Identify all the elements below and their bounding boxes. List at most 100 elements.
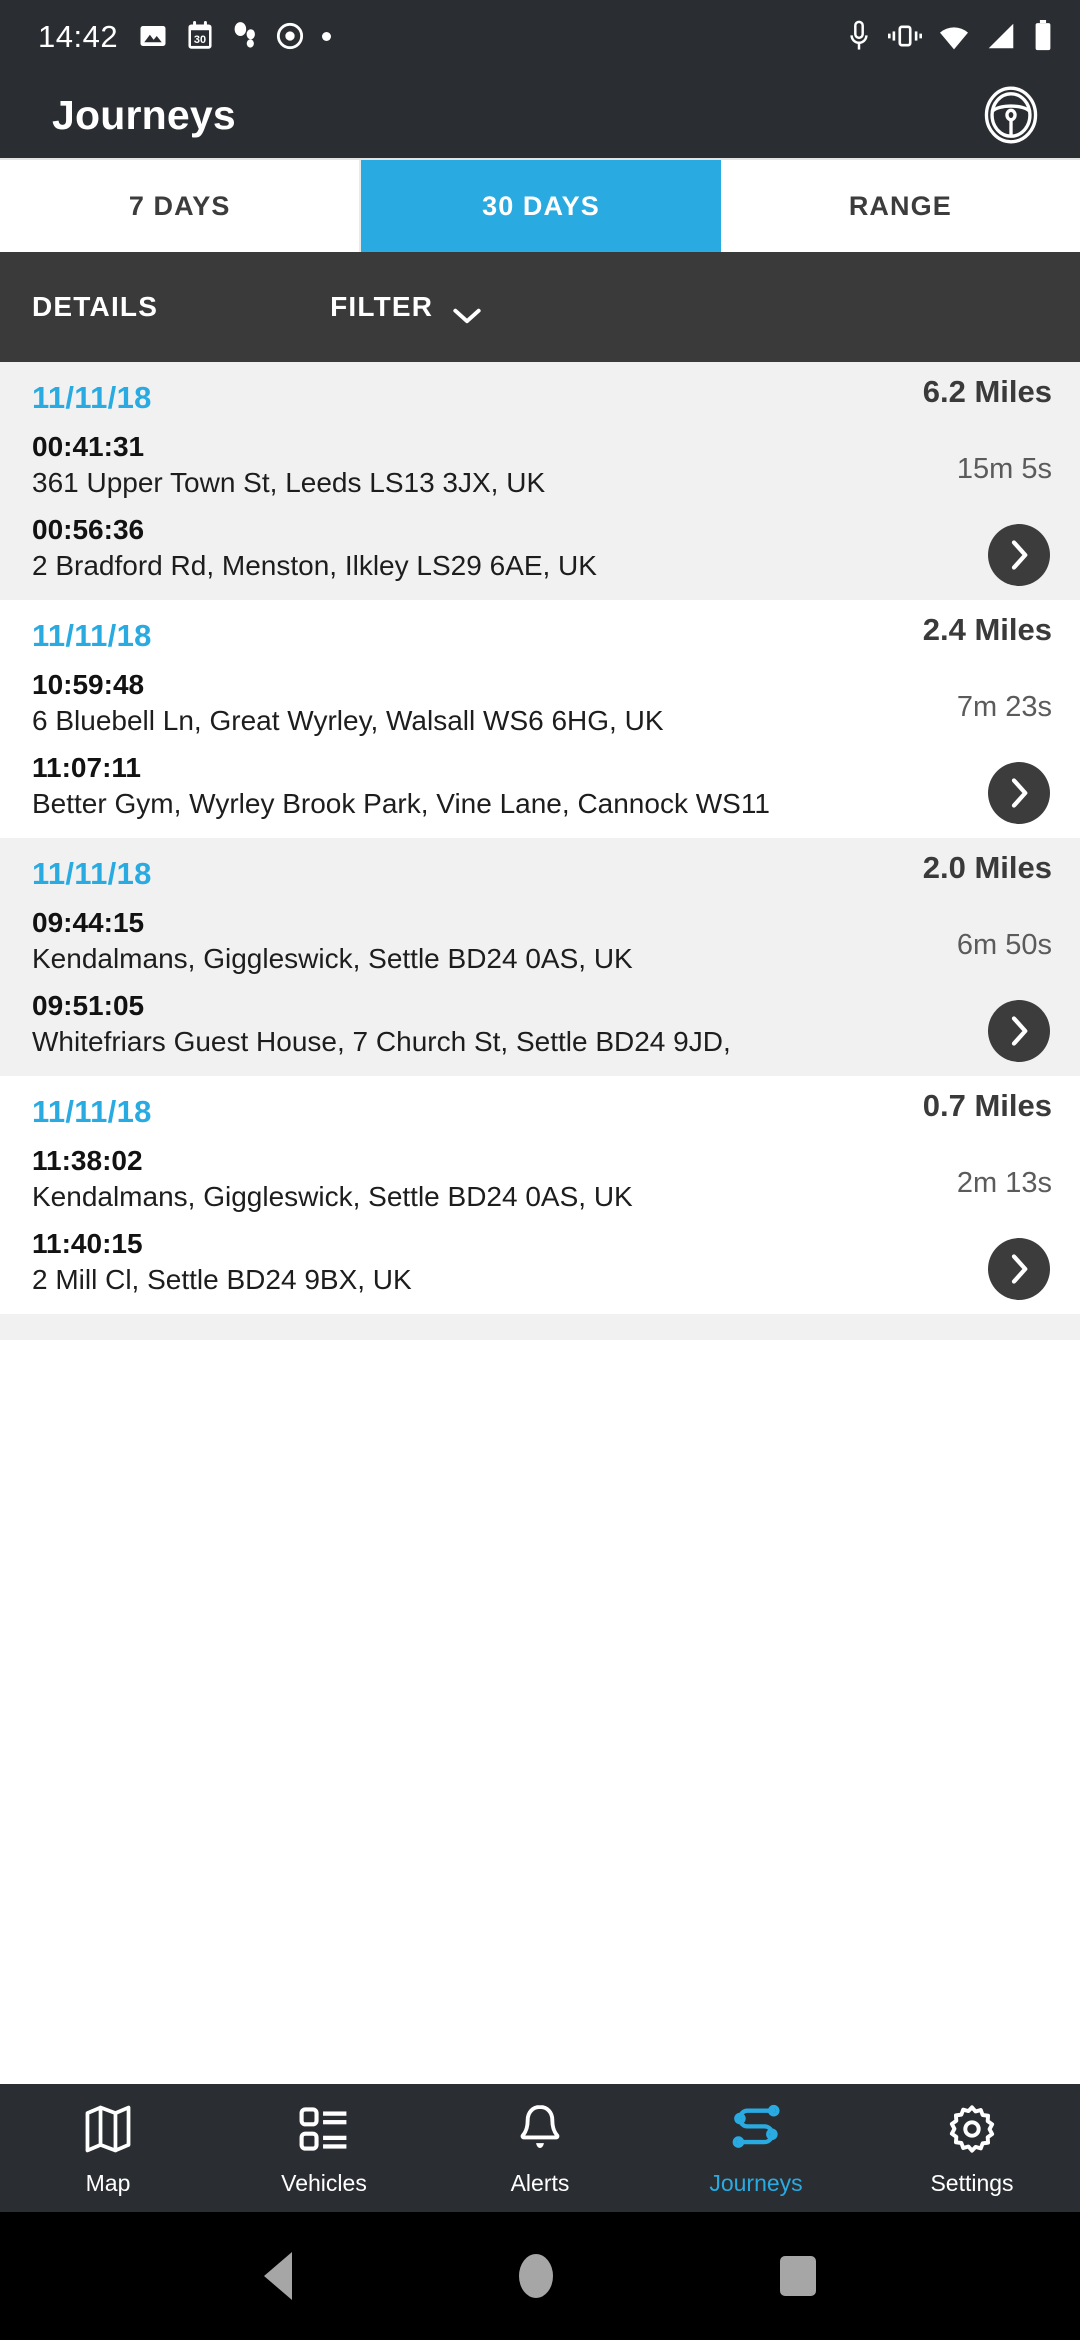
nav-item-vehicles[interactable]: Vehicles: [216, 2101, 432, 2195]
journey-start-leg: 09:44:15 Kendalmans, Giggleswick, Settle…: [32, 907, 862, 976]
journey-start-address: Kendalmans, Giggleswick, Settle BD24 0AS…: [32, 943, 633, 975]
journey-distance: 2.0 Miles: [922, 850, 1052, 885]
journey-row[interactable]: 11/11/18 09:44:15 Kendalmans, Giggleswic…: [0, 838, 1080, 1076]
journey-start-leg: 10:59:48 6 Bluebell Ln, Great Wyrley, Wa…: [32, 669, 862, 738]
route-icon: [728, 2101, 784, 2162]
journey-start-time: 10:59:48: [32, 669, 145, 700]
journey-details: 11/11/18 10:59:48 6 Bluebell Ln, Great W…: [32, 600, 862, 821]
details-button[interactable]: DETAILS: [32, 291, 158, 323]
journey-distance: 6.2 Miles: [922, 374, 1052, 409]
journey-end-time: 11:07:11: [32, 751, 141, 783]
gear-icon: [944, 2101, 1000, 2162]
journey-details: 11/11/18 00:41:31 361 Upper Town St, Lee…: [32, 362, 862, 583]
nav-label-settings: Settings: [930, 2170, 1014, 2196]
journey-end-leg: 00:56:36 2 Bradford Rd, Menston, Ilkley …: [32, 514, 862, 583]
journey-start-time: 00:41:31: [32, 431, 145, 462]
svg-text:30: 30: [194, 34, 206, 46]
journey-date: 11/11/18: [32, 380, 152, 415]
vibrate-icon: [888, 22, 922, 50]
back-triangle-icon[interactable]: [263, 2252, 292, 2300]
map-icon: [80, 2101, 136, 2162]
signal-icon: [986, 21, 1016, 51]
chevron-right-icon[interactable]: [988, 1238, 1050, 1300]
journey-date: 11/11/18: [32, 618, 152, 653]
wifi-icon: [938, 21, 970, 51]
chevron-right-icon[interactable]: [988, 762, 1050, 824]
list-bottom-spacer: [0, 1314, 1080, 1340]
nav-item-alerts[interactable]: Alerts: [432, 2101, 648, 2195]
page-title: Journeys: [52, 91, 236, 138]
journey-row[interactable]: 11/11/18 11:38:02 Kendalmans, Giggleswic…: [0, 1076, 1080, 1314]
journey-end-address: Better Gym, Wyrley Brook Park, Vine Lane…: [32, 788, 770, 820]
status-bar: 14:42 30: [0, 0, 1080, 72]
journey-row[interactable]: 11/11/18 10:59:48 6 Bluebell Ln, Great W…: [0, 600, 1080, 838]
nav-label-alerts: Alerts: [510, 2170, 570, 2196]
journey-start-address: 6 Bluebell Ln, Great Wyrley, Walsall WS6…: [32, 705, 664, 737]
journey-start-leg: 11:38:02 Kendalmans, Giggleswick, Settle…: [32, 1145, 862, 1214]
image-icon: [138, 21, 168, 51]
journey-duration: 7m 23s: [956, 691, 1052, 723]
vehicles-list-icon: [296, 2101, 352, 2162]
journey-end-leg: 11:40:15 2 Mill Cl, Settle BD24 9BX, UK: [32, 1228, 862, 1297]
recents-square-icon[interactable]: [780, 2256, 817, 2296]
journey-summary: 6.2 Miles 15m 5s: [862, 362, 1052, 600]
footprints-icon: [232, 21, 258, 51]
status-bar-system-icons: [846, 20, 1054, 52]
android-system-nav: [0, 2212, 1080, 2340]
journey-summary: 0.7 Miles 2m 13s: [862, 1076, 1052, 1314]
home-circle-icon[interactable]: [518, 2254, 553, 2298]
chevron-right-icon[interactable]: [988, 524, 1050, 586]
journey-start-time: 09:44:15: [32, 907, 145, 938]
nav-label-vehicles: Vehicles: [281, 2170, 367, 2196]
journey-end-leg: 09:51:05 Whitefriars Guest House, 7 Chur…: [32, 990, 862, 1059]
chevron-right-icon[interactable]: [988, 1000, 1050, 1062]
bottom-navigation: Map Vehicles Alerts Journeys Settings: [0, 2084, 1080, 2212]
journey-start-time: 11:38:02: [32, 1145, 143, 1176]
nav-label-journeys: Journeys: [709, 2170, 803, 2196]
nav-item-journeys[interactable]: Journeys: [648, 2101, 864, 2195]
app-screen: 14:42 30 Journeys 7 DAYS 30 DAYS RANGE D…: [0, 0, 1080, 2340]
status-bar-notification-icons: 30: [138, 21, 332, 51]
nav-item-settings[interactable]: Settings: [864, 2101, 1080, 2195]
steering-wheel-icon[interactable]: [980, 84, 1042, 146]
tab-30-days[interactable]: 30 DAYS: [361, 160, 721, 252]
journey-end-time: 00:56:36: [32, 513, 145, 545]
microphone-icon: [846, 20, 872, 52]
bell-icon: [512, 2101, 568, 2162]
journey-duration: 6m 50s: [956, 929, 1052, 961]
filter-button[interactable]: FILTER: [330, 291, 481, 324]
journey-end-address: 2 Bradford Rd, Menston, Ilkley LS29 6AE,…: [32, 550, 597, 582]
journey-date: 11/11/18: [32, 1094, 152, 1129]
journey-details: 11/11/18 11:38:02 Kendalmans, Giggleswic…: [32, 1076, 862, 1297]
journey-distance: 0.7 Miles: [922, 1088, 1052, 1123]
filter-bar: DETAILS FILTER: [0, 252, 1080, 362]
record-circle-icon: [276, 22, 304, 50]
filter-label: FILTER: [330, 291, 434, 322]
journey-end-address: Whitefriars Guest House, 7 Church St, Se…: [32, 1026, 731, 1058]
journey-end-time: 11:40:15: [32, 1227, 143, 1259]
journey-duration: 2m 13s: [956, 1167, 1052, 1199]
journey-summary: 2.4 Miles 7m 23s: [862, 600, 1052, 838]
battery-icon: [1032, 20, 1054, 52]
journey-start-address: 361 Upper Town St, Leeds LS13 3JX, UK: [32, 467, 546, 499]
nav-item-map[interactable]: Map: [0, 2101, 216, 2195]
journey-start-leg: 00:41:31 361 Upper Town St, Leeds LS13 3…: [32, 431, 862, 500]
status-bar-clock: 14:42: [38, 18, 119, 54]
journey-date: 11/11/18: [32, 856, 152, 891]
small-dot-icon: [322, 31, 332, 41]
period-tabs: 7 DAYS 30 DAYS RANGE: [0, 158, 1080, 252]
journey-details: 11/11/18 09:44:15 Kendalmans, Giggleswic…: [32, 838, 862, 1059]
journey-list[interactable]: 11/11/18 00:41:31 361 Upper Town St, Lee…: [0, 362, 1080, 2084]
tab-7-days[interactable]: 7 DAYS: [0, 160, 362, 252]
journey-start-address: Kendalmans, Giggleswick, Settle BD24 0AS…: [32, 1181, 633, 1213]
nav-label-map: Map: [85, 2170, 131, 2196]
tab-range[interactable]: RANGE: [720, 160, 1080, 252]
journey-end-leg: 11:07:11 Better Gym, Wyrley Brook Park, …: [32, 752, 862, 821]
app-bar: Journeys: [0, 72, 1080, 158]
journey-summary: 2.0 Miles 6m 50s: [862, 838, 1052, 1076]
chevron-down-icon: [453, 300, 481, 324]
calendar-30-icon: 30: [186, 21, 214, 51]
journey-end-time: 09:51:05: [32, 989, 145, 1021]
journey-duration: 15m 5s: [956, 453, 1052, 485]
journey-row[interactable]: 11/11/18 00:41:31 361 Upper Town St, Lee…: [0, 362, 1080, 600]
